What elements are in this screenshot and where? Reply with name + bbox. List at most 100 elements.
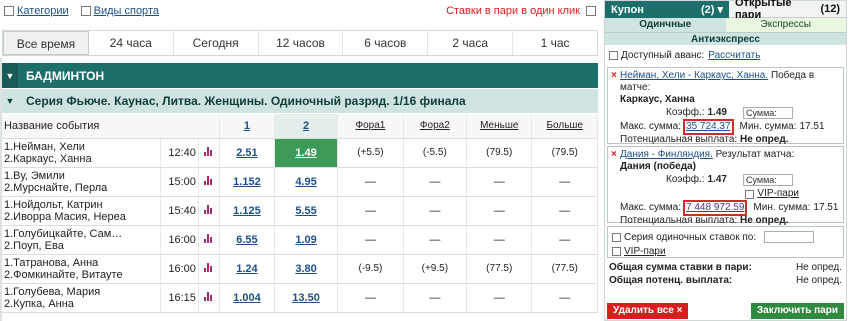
stats-icon[interactable]: [198, 283, 220, 313]
odd-1[interactable]: 1.125: [219, 196, 275, 226]
fora2-cell[interactable]: (-5.5): [403, 138, 468, 168]
series-input[interactable]: [764, 231, 815, 243]
categories-checkbox[interactable]: [4, 6, 14, 16]
less-cell[interactable]: (79.5): [466, 138, 533, 168]
categories-label[interactable]: Категории: [17, 5, 69, 17]
odd-2-value[interactable]: 4.95: [295, 176, 316, 188]
stats-icon[interactable]: [198, 254, 220, 284]
sports-checkbox[interactable]: [80, 6, 91, 16]
fora1-cell[interactable]: (+5.5): [337, 138, 404, 168]
event-name[interactable]: 1.Нойдольт, Катрин 2.Иворра Масия, Нерea: [2, 196, 161, 226]
sport-header[interactable]: ▼ БАДМИНТОН: [2, 63, 598, 88]
col-more[interactable]: Больше: [531, 114, 598, 139]
period-2h[interactable]: 2 часа: [428, 31, 514, 55]
tab-express[interactable]: Экспрессы: [725, 18, 846, 32]
odd-1[interactable]: 1.152: [219, 167, 275, 197]
more-cell[interactable]: —: [531, 167, 598, 197]
period-12h[interactable]: 12 часов: [259, 31, 344, 55]
col-1[interactable]: 1: [219, 114, 275, 139]
fora1-cell[interactable]: (-9.5): [337, 254, 404, 284]
odd-2-value[interactable]: 13.50: [292, 292, 320, 304]
period-all[interactable]: Все время: [3, 31, 89, 55]
odd-1[interactable]: 1.24: [219, 254, 275, 284]
event-name[interactable]: 1.Ву, Эмили 2.Мурснайте, Перла: [2, 167, 161, 197]
stake-input[interactable]: Сумма:: [742, 107, 793, 119]
odd-1-value[interactable]: 1.152: [233, 176, 261, 188]
odd-2-value[interactable]: 5.55: [295, 205, 316, 217]
event-name[interactable]: 1.Татранова, Анна 2.Фомкинайте, Витауте: [2, 254, 161, 284]
less-cell[interactable]: —: [466, 225, 533, 255]
stake-input[interactable]: Сумма:: [742, 174, 793, 186]
more-cell[interactable]: (77.5): [531, 254, 598, 284]
chevron-down-icon[interactable]: ▼: [2, 89, 18, 113]
vip-checkbox[interactable]: [745, 189, 755, 199]
series-vip-checkbox[interactable]: [612, 246, 621, 256]
odd-1[interactable]: 2.51: [219, 138, 275, 168]
stats-icon[interactable]: [198, 167, 220, 197]
odd-2[interactable]: 13.50: [274, 283, 339, 313]
delete-all-button[interactable]: Удалить все ×: [607, 303, 689, 319]
odd-2-value[interactable]: 3.80: [295, 263, 316, 275]
fora2-cell[interactable]: (+9.5): [403, 254, 468, 284]
odd-2[interactable]: 1.09: [274, 225, 339, 255]
event-name[interactable]: 1.Нейман, Хели 2.Каркаус, Ханна: [2, 138, 161, 168]
fora2-cell[interactable]: —: [403, 283, 468, 313]
odd-1-value[interactable]: 1.24: [236, 263, 257, 275]
col-fora2[interactable]: Фора2: [403, 114, 468, 139]
tab-coupon[interactable]: Купон (2) ▾: [605, 1, 729, 18]
period-24h[interactable]: 24 часа: [89, 31, 174, 55]
less-cell[interactable]: (77.5): [466, 254, 533, 284]
series-vip-label[interactable]: VIP-пари: [624, 246, 666, 257]
odd-2-value[interactable]: 1.09: [295, 234, 316, 246]
calculate-link[interactable]: Рассчитать: [708, 50, 760, 61]
odd-2[interactable]: 5.55: [274, 196, 339, 226]
col-2[interactable]: 2: [274, 114, 339, 139]
bet-event-link[interactable]: Нейман, Хели - Каркаус, Ханна.: [620, 70, 768, 81]
col-less[interactable]: Меньше: [466, 114, 533, 139]
sports-label[interactable]: Виды спорта: [94, 5, 159, 17]
period-1h[interactable]: 1 час: [513, 31, 597, 55]
more-cell[interactable]: (79.5): [531, 138, 598, 168]
left-scroll-track[interactable]: [0, 58, 2, 321]
tournament-header[interactable]: ▼ Серия Фьюче. Каунас, Литва. Женщины. О…: [2, 89, 598, 113]
chevron-down-icon[interactable]: ▼: [2, 63, 18, 88]
more-cell[interactable]: —: [531, 225, 598, 255]
less-cell[interactable]: —: [466, 167, 533, 197]
odd-1-value[interactable]: 1.004: [233, 292, 261, 304]
fora1-cell[interactable]: —: [337, 196, 404, 226]
less-cell[interactable]: —: [466, 196, 533, 226]
place-bet-button[interactable]: Заключить пари: [750, 303, 844, 319]
max-value[interactable]: 7 448 972.59: [686, 202, 744, 213]
event-name[interactable]: 1.Голубева, Мария 2.Купка, Анна: [2, 283, 161, 313]
odd-1-value[interactable]: 6.55: [236, 234, 257, 246]
max-value[interactable]: 35 724.37: [686, 121, 731, 132]
odd-1-value[interactable]: 2.51: [236, 147, 257, 159]
categories-toggle[interactable]: Категории: [4, 5, 69, 17]
stats-icon[interactable]: [198, 225, 220, 255]
bet-event-link[interactable]: Дания - Финляндия.: [620, 149, 713, 160]
odd-1[interactable]: 1.004: [219, 283, 275, 313]
more-cell[interactable]: —: [531, 283, 598, 313]
tab-open-bets[interactable]: Открытые пари (12): [729, 0, 846, 21]
one-click-toggle[interactable]: Ставки в пари в один клик: [446, 5, 596, 17]
odd-2[interactable]: 1.49: [274, 138, 339, 168]
series-checkbox[interactable]: [612, 232, 621, 242]
fora2-cell[interactable]: —: [403, 167, 468, 197]
close-icon[interactable]: ×: [611, 149, 617, 161]
period-6h[interactable]: 6 часов: [343, 31, 429, 55]
fora2-cell[interactable]: —: [403, 196, 468, 226]
sports-toggle[interactable]: Виды спорта: [80, 5, 159, 17]
tab-single[interactable]: Одинчные: [605, 18, 726, 32]
advance-checkbox[interactable]: [609, 50, 618, 60]
vip-label[interactable]: VIP-пари: [757, 188, 799, 200]
period-today[interactable]: Сегодня: [174, 31, 259, 55]
more-cell[interactable]: —: [531, 196, 598, 226]
fora1-cell[interactable]: —: [337, 167, 404, 197]
stats-icon[interactable]: [198, 138, 220, 168]
odd-2[interactable]: 4.95: [274, 167, 339, 197]
less-cell[interactable]: —: [466, 283, 533, 313]
odd-2-value[interactable]: 1.49: [295, 147, 316, 159]
fora1-cell[interactable]: —: [337, 225, 404, 255]
tab-anti-express[interactable]: Антиэкспресс: [605, 32, 846, 45]
stats-icon[interactable]: [198, 196, 220, 226]
